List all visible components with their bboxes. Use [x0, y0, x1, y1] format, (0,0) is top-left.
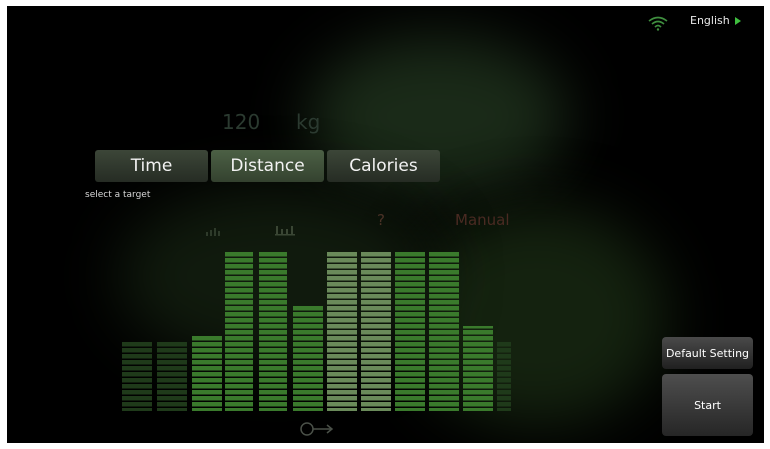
profile-bar [259, 251, 287, 411]
profile-bar [327, 251, 357, 411]
weight-unit: kg [296, 110, 321, 134]
bars-grid-icon[interactable] [275, 224, 297, 236]
target-tabs: Time Distance Calories [95, 150, 440, 182]
start-button[interactable]: Start [662, 374, 753, 436]
tab-calories[interactable]: Calories [327, 150, 440, 182]
profile-bar [361, 251, 391, 411]
profile-bar [157, 341, 187, 411]
tab-distance[interactable]: Distance [211, 150, 324, 182]
profile-bar [463, 326, 493, 411]
weight-value: 120 [222, 110, 261, 134]
language-selector[interactable]: English [690, 14, 741, 27]
program-random[interactable]: ? [377, 211, 385, 229]
console-screen: English 120 kg Time Distance Calories se… [7, 6, 764, 443]
program-manual[interactable]: Manual [455, 211, 510, 229]
play-triangle-icon [734, 16, 741, 25]
tab-time[interactable]: Time [95, 150, 208, 182]
profile-bar [497, 341, 511, 411]
profile-bar [395, 251, 425, 411]
profile-bar [293, 306, 323, 411]
bars-small-icon[interactable] [205, 226, 223, 236]
language-label: English [690, 14, 730, 27]
profile-bar [192, 336, 222, 411]
select-target-hint: select a target [85, 190, 151, 200]
profile-bars [122, 251, 511, 411]
profile-bar [429, 251, 459, 411]
profile-bar [225, 251, 253, 411]
wifi-icon [648, 16, 668, 31]
key-icon [300, 422, 334, 436]
profile-bar [122, 341, 152, 411]
default-setting-button[interactable]: Default Setting [662, 337, 753, 369]
